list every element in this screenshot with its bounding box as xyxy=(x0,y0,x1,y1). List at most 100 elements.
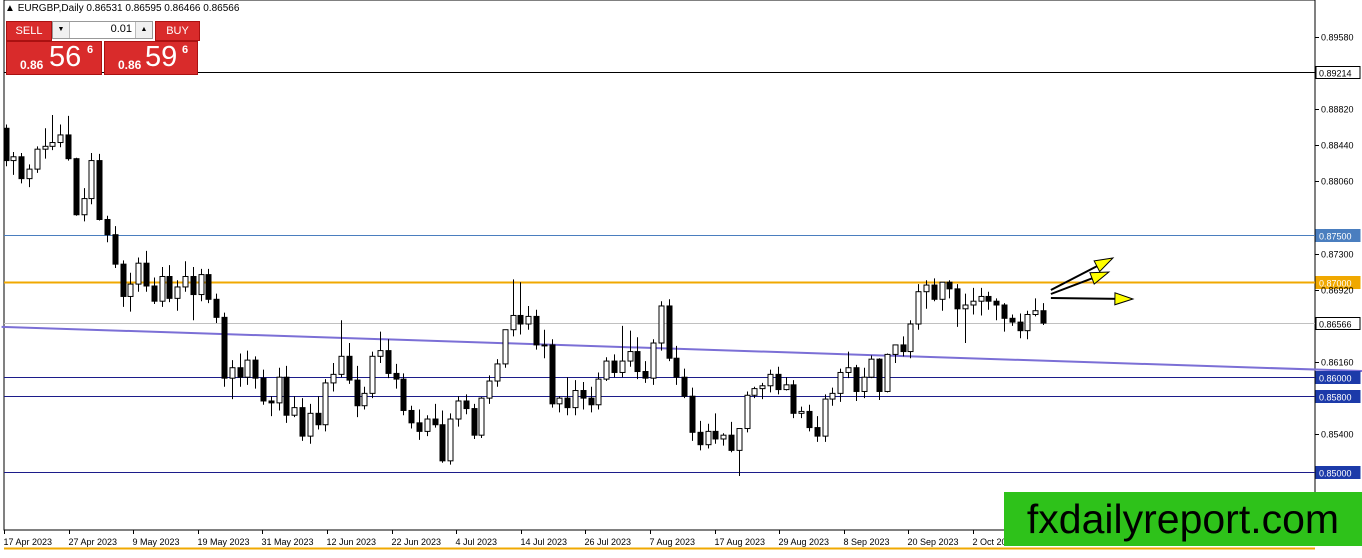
bull-candle xyxy=(424,418,431,432)
x-tick-label-14: 20 Sep 2023 xyxy=(908,537,959,547)
bear-candle xyxy=(18,156,25,180)
bear-candle xyxy=(673,357,680,378)
y-tick-label-1: 0.88820 xyxy=(1321,105,1354,115)
bull-candle xyxy=(798,410,805,414)
bull-candle xyxy=(322,382,329,426)
y-tick-label-6: 0.86160 xyxy=(1321,358,1354,368)
bull-candle xyxy=(759,385,766,390)
bear-candle xyxy=(611,360,618,373)
bull-candle xyxy=(892,344,899,355)
sell-price-fraction: 6 xyxy=(87,44,94,56)
bull-candle xyxy=(26,168,33,180)
x-tick-label-10: 7 Aug 2023 xyxy=(650,537,696,547)
bear-candle xyxy=(642,371,649,379)
bull-candle xyxy=(845,367,852,373)
sell-button[interactable]: SELL xyxy=(6,21,52,41)
x-tick-label-3: 19 May 2023 xyxy=(198,537,250,547)
chart-area[interactable]: 0.89214 0.87500 0.87000 0.86566 0.86000 0.858… xyxy=(0,0,1362,553)
bull-candle xyxy=(478,397,485,436)
bull-candle xyxy=(829,392,836,400)
bear-candle xyxy=(1009,317,1016,323)
bear-candle xyxy=(806,410,813,429)
y-tick-label-2: 0.88440 xyxy=(1321,141,1354,151)
bull-candle xyxy=(861,376,868,392)
bear-candle xyxy=(104,218,111,236)
bull-candle xyxy=(736,428,743,451)
bull-candle xyxy=(338,355,345,375)
bull-candle xyxy=(978,295,985,302)
arrow-right-shaft xyxy=(1050,297,1119,300)
bull-candle xyxy=(751,388,758,396)
bear-candle xyxy=(876,358,883,392)
bear-candle xyxy=(993,300,1000,306)
bear-candle xyxy=(634,351,641,373)
level-label-0: 0.89214 xyxy=(1319,69,1352,79)
bull-candle xyxy=(447,418,454,462)
price-chart[interactable]: 0.892140.875000.870000.865660.860000.858… xyxy=(0,0,1362,553)
x-tick-label-12: 29 Aug 2023 xyxy=(779,537,830,547)
bull-candle xyxy=(907,323,914,353)
bull-candle xyxy=(42,145,49,150)
bull-candle xyxy=(556,397,563,405)
x-tick-label-2: 9 May 2023 xyxy=(133,537,180,547)
bear-candle xyxy=(213,298,220,318)
lot-size-value[interactable]: 0.01 xyxy=(111,23,132,35)
bear-candle xyxy=(283,376,290,416)
bull-candle xyxy=(486,380,493,399)
x-tick-label-6: 22 Jun 2023 xyxy=(392,537,442,547)
buy-price-box[interactable]: 0.86 59 6 xyxy=(104,41,198,75)
bull-candle xyxy=(377,350,384,357)
bear-candle xyxy=(681,376,688,397)
bull-candle xyxy=(330,373,337,384)
bull-candle xyxy=(10,156,17,162)
bull-candle xyxy=(783,384,790,391)
bull-candle xyxy=(502,329,509,365)
bear-candle xyxy=(205,274,212,300)
x-tick-label-7: 4 Jul 2023 xyxy=(456,537,498,547)
level-label-1: 0.87500 xyxy=(1319,232,1352,242)
bear-candle xyxy=(775,373,782,391)
buy-price-pips: 59 xyxy=(145,41,178,73)
bull-candle xyxy=(88,160,95,200)
bear-candle xyxy=(393,372,400,380)
bear-candle xyxy=(1001,304,1008,319)
bear-candle xyxy=(112,234,119,265)
bear-candle xyxy=(985,295,992,302)
bull-candle xyxy=(767,373,774,387)
bear-candle xyxy=(580,390,587,399)
bear-candle xyxy=(416,422,423,432)
bull-candle xyxy=(159,276,166,302)
bear-candle xyxy=(151,285,158,302)
bear-candle xyxy=(190,276,197,296)
bear-candle xyxy=(900,344,907,353)
lot-size-stepper[interactable]: ▼ 0.01 ▲ xyxy=(52,21,153,39)
bear-candle xyxy=(689,395,696,433)
level-label-5: 0.85800 xyxy=(1319,393,1352,403)
bull-candle xyxy=(650,342,657,379)
bear-candle xyxy=(728,434,735,451)
x-tick-label-11: 17 Aug 2023 xyxy=(715,537,766,547)
x-tick-label-5: 12 Jun 2023 xyxy=(327,537,377,547)
bear-candle xyxy=(697,431,704,446)
bull-candle xyxy=(705,430,712,446)
collapse-triangle-icon[interactable]: ▲ xyxy=(5,3,15,14)
bull-candle xyxy=(276,376,283,404)
x-axis: 17 Apr 2023 27 Apr 2023 9 May 2023 19 May 2… xyxy=(4,530,1017,547)
bear-candle xyxy=(260,377,267,402)
bull-candle xyxy=(837,371,844,394)
bull-candle xyxy=(494,363,501,382)
bear-candle xyxy=(517,314,524,325)
lot-decrease-icon[interactable]: ▼ xyxy=(53,22,70,38)
bear-candle xyxy=(354,379,361,407)
sell-price-box[interactable]: 0.86 56 6 xyxy=(6,41,102,75)
lot-increase-icon[interactable]: ▲ xyxy=(135,22,152,38)
x-tick-label-4: 31 May 2023 xyxy=(262,537,314,547)
ohlc-high: 0.86595 xyxy=(125,3,162,14)
bull-candle xyxy=(244,359,251,378)
buy-button[interactable]: BUY xyxy=(155,21,200,41)
x-tick-label-0: 17 Apr 2023 xyxy=(4,537,53,547)
bull-candle xyxy=(34,148,41,170)
y-tick-label-5: 0.86920 xyxy=(1321,286,1354,296)
bear-candle xyxy=(439,424,446,462)
bear-candle xyxy=(237,367,244,378)
